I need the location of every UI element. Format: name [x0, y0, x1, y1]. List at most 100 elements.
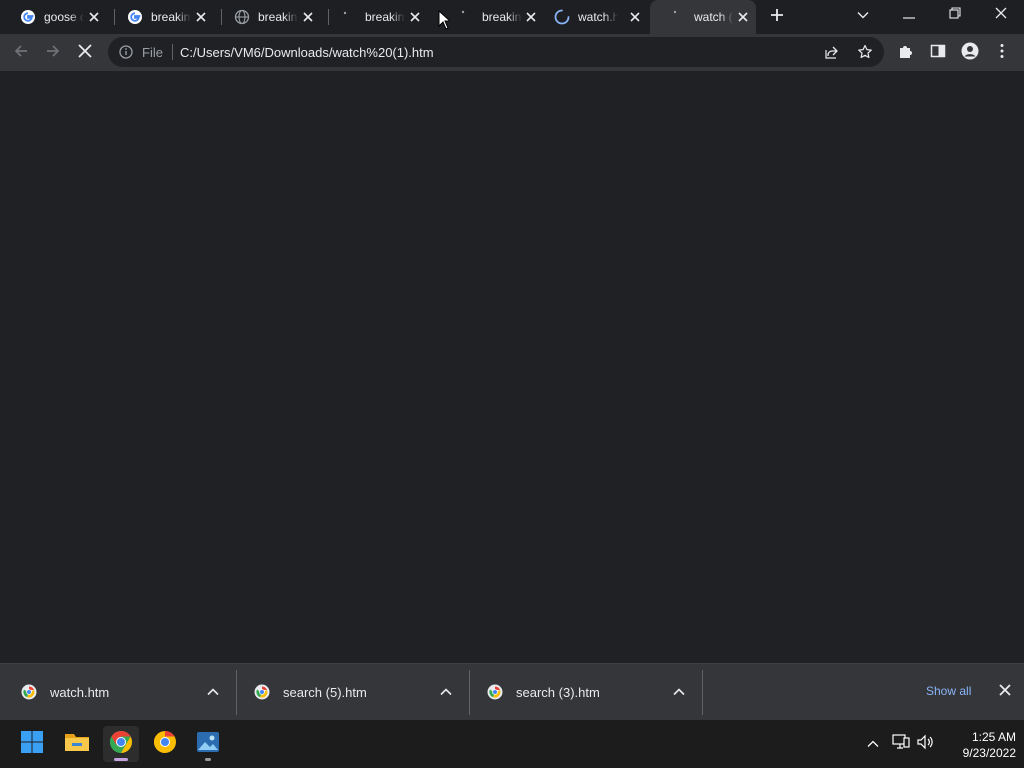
- folder-icon: [64, 731, 90, 758]
- puzzle-icon: [898, 43, 914, 64]
- address-bar[interactable]: File C:/Users/VM6/Downloads/watch%20(1).…: [108, 37, 884, 67]
- chevron-up-icon: [867, 735, 879, 753]
- tab-4[interactable]: breaking: [321, 0, 428, 34]
- network-button[interactable]: [891, 733, 911, 755]
- stop-loading-button[interactable]: [72, 40, 98, 66]
- minimize-button[interactable]: [894, 3, 924, 27]
- windows-logo-icon: [20, 730, 44, 759]
- chrome-file-icon: [21, 684, 37, 700]
- clock-time: 1:25 AM: [971, 730, 1016, 744]
- photos-icon: [196, 730, 220, 759]
- tab-2[interactable]: breaking: [107, 0, 214, 34]
- arrow-left-icon: [13, 43, 29, 64]
- share-icon[interactable]: [824, 44, 840, 60]
- restore-button[interactable]: [940, 3, 970, 27]
- divider: [172, 44, 173, 60]
- tab-search-button[interactable]: [848, 3, 878, 27]
- download-filename: search (3).htm: [516, 685, 600, 700]
- info-icon[interactable]: [118, 44, 134, 60]
- download-item[interactable]: search (5).htm: [235, 664, 468, 721]
- chrome-file-icon: [487, 684, 503, 700]
- close-window-button[interactable]: [986, 3, 1016, 27]
- forward-button[interactable]: [40, 40, 66, 66]
- browser-toolbar: File C:/Users/VM6/Downloads/watch%20(1).…: [0, 34, 1024, 71]
- show-all-link[interactable]: Show all: [926, 684, 971, 698]
- minimize-icon: [903, 6, 915, 24]
- running-indicator: [205, 758, 211, 761]
- tab-title: breaking: [151, 10, 191, 24]
- download-filename: watch.htm: [50, 685, 110, 700]
- divider: [702, 670, 703, 715]
- tab-title: watch.h: [578, 10, 618, 24]
- mouse-cursor-icon: [438, 9, 452, 30]
- back-button[interactable]: [8, 40, 34, 66]
- tab-title: breaking: [482, 10, 522, 24]
- loading-dot-icon: [670, 9, 686, 25]
- close-icon: [999, 683, 1011, 701]
- tab-title: breaking: [365, 10, 405, 24]
- downloads-bar: watch.htm search (5).htm search (3).htm …: [0, 663, 1024, 720]
- plus-icon: [770, 8, 784, 27]
- close-icon: [995, 6, 1007, 24]
- profile-button[interactable]: [957, 40, 983, 66]
- google-g-icon: [20, 9, 36, 25]
- close-tab-icon[interactable]: [194, 10, 208, 24]
- chevron-up-icon[interactable]: [205, 684, 221, 700]
- download-item[interactable]: search (3).htm: [468, 664, 701, 721]
- chrome-canary-taskbar-button[interactable]: [147, 726, 183, 762]
- tab-5[interactable]: breaking: [440, 0, 544, 34]
- close-tab-icon[interactable]: [628, 10, 642, 24]
- network-icon: [892, 733, 910, 755]
- chrome-icon: [153, 730, 177, 759]
- download-filename: search (5).htm: [283, 685, 367, 700]
- side-panel-button[interactable]: [925, 40, 951, 66]
- loading-spinner-icon: [554, 9, 570, 25]
- tab-strip: goose d breaking breaking breaking: [0, 0, 1024, 34]
- close-downloads-button[interactable]: [996, 683, 1014, 701]
- show-hidden-icons-button[interactable]: [863, 734, 883, 754]
- loading-dot-icon: [458, 9, 474, 25]
- close-icon: [78, 43, 92, 63]
- scheme-label: File: [142, 45, 163, 60]
- chevron-up-icon[interactable]: [438, 684, 454, 700]
- photos-taskbar-button[interactable]: [190, 726, 226, 762]
- close-tab-icon[interactable]: [736, 10, 750, 24]
- volume-button[interactable]: [916, 734, 936, 754]
- active-indicator: [114, 758, 128, 761]
- chevron-down-icon: [857, 6, 869, 24]
- tab-title: watch (: [694, 10, 733, 24]
- clock[interactable]: 1:25 AM 9/23/2022: [938, 729, 1016, 761]
- close-tab-icon[interactable]: [301, 10, 315, 24]
- kebab-menu-icon: [1000, 43, 1004, 64]
- tab-1[interactable]: goose d: [0, 0, 107, 34]
- taskbar: 1:25 AM 9/23/2022: [0, 720, 1024, 768]
- download-item[interactable]: watch.htm: [2, 664, 235, 721]
- extensions-button[interactable]: [893, 40, 919, 66]
- chrome-file-icon: [254, 684, 270, 700]
- close-tab-icon[interactable]: [408, 10, 422, 24]
- start-button[interactable]: [14, 726, 50, 762]
- close-tab-icon[interactable]: [87, 10, 101, 24]
- speaker-icon: [917, 734, 935, 755]
- tab-title: goose d: [44, 10, 84, 24]
- tab-7-active[interactable]: watch (: [650, 0, 756, 34]
- page-content: [0, 71, 1024, 663]
- file-explorer-button[interactable]: [59, 726, 95, 762]
- arrow-right-icon: [45, 43, 61, 64]
- loading-dot-icon: [341, 9, 357, 25]
- restore-icon: [949, 6, 961, 24]
- globe-icon: [234, 9, 250, 25]
- side-panel-icon: [930, 43, 946, 64]
- tab-6[interactable]: watch.h: [544, 0, 648, 34]
- new-tab-button[interactable]: [767, 7, 787, 27]
- tab-title: breaking: [258, 10, 298, 24]
- person-icon: [961, 42, 979, 65]
- chevron-up-icon[interactable]: [671, 684, 687, 700]
- chrome-taskbar-button[interactable]: [103, 726, 139, 762]
- star-icon[interactable]: [857, 44, 873, 60]
- menu-button[interactable]: [989, 40, 1015, 66]
- close-tab-icon[interactable]: [524, 10, 538, 24]
- url-text[interactable]: C:/Users/VM6/Downloads/watch%20(1).htm: [180, 45, 434, 60]
- clock-date: 9/23/2022: [962, 746, 1016, 760]
- tab-3[interactable]: breaking: [214, 0, 321, 34]
